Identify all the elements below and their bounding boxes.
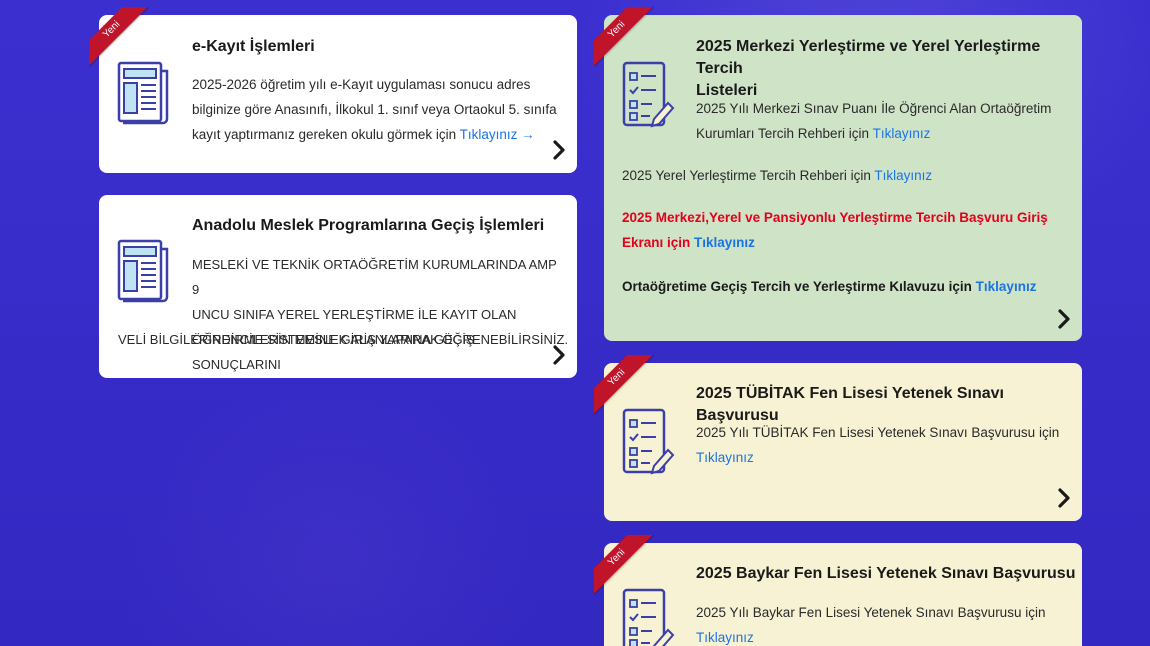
- card-title: 2025 Baykar Fen Lisesi Yetenek Sınavı Ba…: [696, 565, 1076, 582]
- amp-card[interactable]: Anadolu Meslek Programlarına Geçiş İşlem…: [99, 195, 577, 378]
- new-ribbon: Yeni: [594, 7, 654, 67]
- card-title: e-Kayıt İşlemleri: [192, 38, 315, 55]
- tubitak-card[interactable]: Yeni 2025 TÜBİTAK Fen Lisesi Yetenek Sın…: [594, 355, 1082, 521]
- new-ribbon: Yeni: [89, 7, 149, 67]
- kilavuz-line: Ortaöğretime Geçiş Tercih ve Yerleştirme…: [622, 279, 1037, 294]
- new-ribbon: Yeni: [594, 355, 654, 415]
- card-description-last: VELİ BİLGİLERİNDİRME SİSTEMİNE GİRİŞ YAP…: [118, 332, 569, 347]
- card-description: 2025 Yılı Baykar Fen Lisesi Yetenek Sına…: [696, 605, 1046, 645]
- baykar-card[interactable]: Yeni 2025 Baykar Fen Lisesi Yetenek Sına…: [594, 535, 1082, 646]
- tiklayiniz-link[interactable]: Tıklayınız: [874, 168, 932, 183]
- chevron-right-icon[interactable]: [550, 139, 568, 161]
- checklist-icon: [620, 406, 676, 476]
- chevron-right-icon[interactable]: [1055, 308, 1073, 330]
- tiklayiniz-link[interactable]: Tıklayınız: [976, 279, 1037, 294]
- new-badge: Yeni: [594, 535, 654, 595]
- tiklayiniz-link[interactable]: Tıklayınız: [873, 126, 931, 141]
- card-title: Anadolu Meslek Programlarına Geçiş İşlem…: [192, 217, 545, 234]
- chevron-right-icon[interactable]: [1055, 487, 1073, 509]
- new-badge: Yeni: [594, 7, 654, 67]
- card-description: 2025 Yılı TÜBİTAK Fen Lisesi Yetenek Sın…: [696, 425, 1060, 465]
- basvuru-giris-line: 2025 Merkezi,Yerel ve Pansiyonlu Yerleşt…: [622, 210, 1048, 250]
- chevron-right-icon[interactable]: [550, 344, 568, 366]
- card-description: MESLEKİ VE TEKNİK ORTAÖĞRETİM KURUMLARIN…: [192, 257, 557, 372]
- yerel-rehber-line: 2025 Yerel Yerleştirme Tercih Rehberi iç…: [622, 168, 933, 183]
- card-description: 2025-2026 öğretim yılı e-Kayıt uygulamas…: [192, 77, 557, 142]
- card-description: 2025 Yılı Merkezi Sınav Puanı İle Öğrenc…: [696, 101, 1052, 141]
- tiklayiniz-link[interactable]: Tıklayınız: [696, 450, 754, 465]
- checklist-icon: [620, 59, 676, 129]
- tiklayiniz-link[interactable]: Tıklayınız: [694, 235, 755, 250]
- merkezi-yerlestirme-card[interactable]: Yeni 2025 Merkezi Yerleştirme ve Yerel Y…: [594, 7, 1082, 341]
- card-title: 2025 Merkezi Yerleştirme ve Yerel Yerleş…: [696, 38, 1041, 99]
- checklist-icon: [620, 586, 676, 646]
- new-badge: Yeni: [594, 355, 654, 415]
- newspaper-icon: [115, 57, 171, 127]
- newspaper-icon: [115, 235, 171, 305]
- new-badge: Yeni: [89, 7, 149, 67]
- tiklayiniz-link[interactable]: Tıklayınız →: [460, 127, 535, 142]
- tiklayiniz-link[interactable]: Tıklayınız: [696, 630, 754, 645]
- ekayit-card[interactable]: Yeni e-Kayıt İşlemleri 2025-2026 öğretim…: [89, 7, 577, 173]
- new-ribbon: Yeni: [594, 535, 654, 595]
